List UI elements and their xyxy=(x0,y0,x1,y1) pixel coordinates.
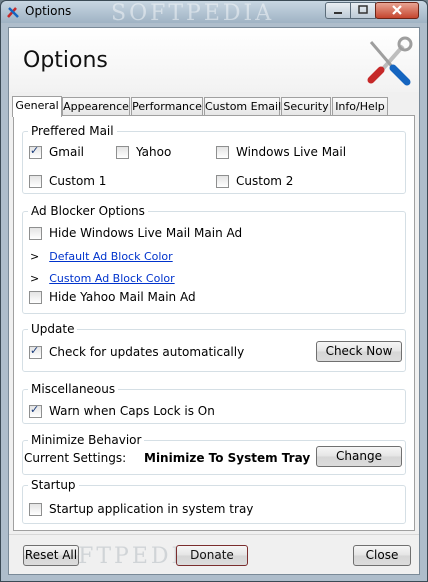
checkbox-box[interactable] xyxy=(116,145,129,159)
custom1-checkbox[interactable]: Custom 1 xyxy=(29,174,106,188)
client-area: Options General Appearence Performance C… xyxy=(8,27,420,575)
yahoo-checkbox[interactable]: Yahoo xyxy=(116,145,171,159)
checkbox-box[interactable] xyxy=(29,290,42,304)
tab-info-help[interactable]: Info/Help xyxy=(332,97,388,115)
auto-update-checkbox[interactable]: Check for updates automatically xyxy=(29,344,245,359)
tab-security[interactable]: Security xyxy=(281,97,331,115)
update-legend: Update xyxy=(31,322,75,336)
tools-icon xyxy=(367,36,413,86)
default-ad-block-color-link[interactable]: Default Ad Block Color xyxy=(49,250,172,263)
miscellaneous-legend: Miscellaneous xyxy=(31,382,116,396)
windows-live-mail-label: Windows Live Mail xyxy=(236,145,347,159)
arrow-icon: > xyxy=(30,250,40,263)
checkbox-box[interactable] xyxy=(29,226,42,240)
hide-yahoo-ad-label: Hide Yahoo Mail Main Ad xyxy=(49,290,196,304)
startup-legend: Startup xyxy=(31,478,76,492)
options-window: Options SOFTPEDIA Options General Appear… xyxy=(0,0,428,582)
close-window-button[interactable] xyxy=(375,2,419,19)
gmail-checkbox[interactable]: Gmail xyxy=(29,144,85,159)
close-button[interactable]: Close xyxy=(353,545,411,566)
custom-ad-block-color-link[interactable]: Custom Ad Block Color xyxy=(49,272,174,285)
checkbox-box[interactable] xyxy=(29,174,42,188)
window-title: Options xyxy=(25,4,72,18)
checkbox-box[interactable] xyxy=(216,174,229,188)
reset-all-button[interactable]: Reset All xyxy=(23,545,79,566)
hide-yahoo-ad-checkbox[interactable]: Hide Yahoo Mail Main Ad xyxy=(29,290,196,304)
custom-ad-block-row: > Custom Ad Block Color xyxy=(30,272,175,285)
gmail-label: Gmail xyxy=(49,145,85,159)
tab-bar: General Appearence Performance Custom Em… xyxy=(9,96,419,117)
yahoo-label: Yahoo xyxy=(136,145,172,159)
tab-general[interactable]: General xyxy=(12,96,62,117)
ad-blocker-legend: Ad Blocker Options xyxy=(31,204,145,218)
minimize-button[interactable] xyxy=(325,2,351,19)
app-tools-icon xyxy=(7,7,19,18)
checkbox-box[interactable] xyxy=(216,145,229,159)
arrow-icon: > xyxy=(30,272,40,285)
general-panel: Preffered Mail Gmail Yahoo Windows Live … xyxy=(13,115,415,531)
current-settings-label: Current Settings: xyxy=(24,451,127,465)
maximize-button[interactable] xyxy=(350,2,376,19)
current-settings-value: Minimize To System Tray xyxy=(144,451,311,465)
caps-lock-checkbox[interactable]: Warn when Caps Lock is On xyxy=(29,403,215,418)
hide-wlm-ad-label: Hide Windows Live Mail Main Ad xyxy=(49,226,243,240)
tab-appearence[interactable]: Appearence xyxy=(62,97,130,115)
minimize-behavior-legend: Minimize Behavior xyxy=(31,433,142,447)
default-ad-block-row: > Default Ad Block Color xyxy=(30,250,173,263)
maximize-icon xyxy=(358,5,368,14)
title-bar[interactable]: Options SOFTPEDIA xyxy=(1,1,427,26)
tab-performance[interactable]: Performance xyxy=(131,97,203,115)
checkbox-box[interactable] xyxy=(29,144,42,159)
startup-tray-checkbox[interactable]: Startup application in system tray xyxy=(29,502,253,516)
preferred-mail-legend: Preffered Mail xyxy=(31,124,114,138)
header-banner: Options xyxy=(9,28,419,92)
footer-divider xyxy=(9,534,419,535)
custom1-label: Custom 1 xyxy=(49,174,107,188)
auto-update-label: Check for updates automatically xyxy=(49,345,245,359)
minimize-icon xyxy=(334,12,342,14)
hide-wlm-ad-checkbox[interactable]: Hide Windows Live Mail Main Ad xyxy=(29,226,242,240)
change-button[interactable]: Change xyxy=(316,446,402,467)
startup-group: Startup xyxy=(22,478,406,524)
windows-live-mail-checkbox[interactable]: Windows Live Mail xyxy=(216,145,346,159)
tab-custom-email[interactable]: Custom Email xyxy=(204,97,281,115)
close-icon xyxy=(392,5,402,15)
checkbox-box[interactable] xyxy=(29,502,42,516)
page-title: Options xyxy=(23,48,108,73)
custom2-label: Custom 2 xyxy=(236,174,294,188)
donate-button[interactable]: Donate xyxy=(176,545,248,566)
checkbox-box[interactable] xyxy=(29,344,42,359)
custom2-checkbox[interactable]: Custom 2 xyxy=(216,174,293,188)
check-now-button[interactable]: Check Now xyxy=(316,341,402,362)
checkbox-box[interactable] xyxy=(29,403,42,418)
startup-tray-label: Startup application in system tray xyxy=(49,502,254,516)
caps-lock-label: Warn when Caps Lock is On xyxy=(49,404,215,418)
watermark-text: SOFTPEDIA xyxy=(111,1,275,26)
